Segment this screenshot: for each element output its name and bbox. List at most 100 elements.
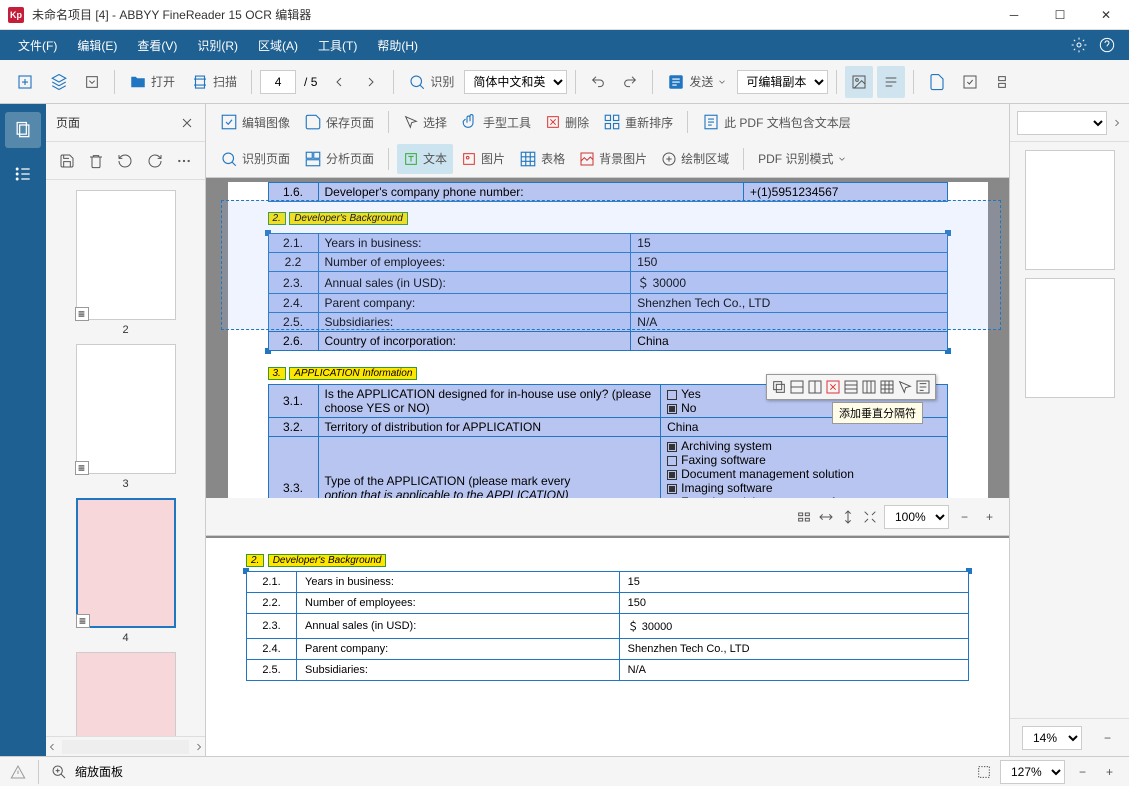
sidetab-pages[interactable] [5, 112, 41, 148]
fit-width-icon[interactable] [818, 509, 834, 525]
more-button[interactable] [988, 66, 1016, 98]
table-area-button[interactable]: 表格 [513, 144, 571, 174]
close-button[interactable]: ✕ [1083, 0, 1129, 30]
renumber-button[interactable]: 重新排序 [597, 107, 679, 137]
layout-select[interactable]: 可编辑副本 [737, 70, 828, 94]
selection-region[interactable] [221, 200, 1001, 330]
del-split-icon[interactable] [825, 379, 841, 395]
right-dropdown[interactable] [1017, 111, 1107, 135]
fit-height-icon[interactable] [840, 509, 856, 525]
rotate-right-icon[interactable] [147, 153, 163, 169]
status-zoom-out[interactable]: − [1073, 756, 1092, 788]
send-button[interactable]: 发送 [661, 66, 733, 98]
zoom-out-button[interactable]: − [955, 501, 974, 533]
recognize-button[interactable]: 识别 [402, 66, 460, 98]
menu-file[interactable]: 文件(F) [8, 30, 67, 60]
gear-icon[interactable] [1071, 37, 1087, 53]
split-v-icon[interactable] [807, 379, 823, 395]
right-zoom-out[interactable]: − [1098, 722, 1117, 754]
open-label: 打开 [151, 73, 175, 90]
pointer-icon[interactable] [897, 379, 913, 395]
draw-area-button[interactable]: 绘制区域 [655, 144, 735, 174]
right-zoom-select[interactable]: 14% [1022, 726, 1082, 750]
new-button[interactable] [10, 66, 40, 98]
redo-button[interactable] [616, 66, 644, 98]
sidetab-list[interactable] [5, 156, 41, 192]
props-icon[interactable] [915, 379, 931, 395]
prev-page-button[interactable] [325, 66, 353, 98]
more-icon[interactable] [176, 153, 192, 169]
menu-area[interactable]: 区域(A) [248, 30, 308, 60]
zoom-icon[interactable] [51, 764, 67, 780]
edit-image-button[interactable]: 编辑图像 [214, 107, 296, 137]
analyze-page-button[interactable]: 分析页面 [298, 144, 380, 174]
text-area-button[interactable]: 文本 [397, 144, 453, 174]
grid-icon[interactable] [879, 379, 895, 395]
right-panel: 14% − [1009, 104, 1129, 756]
status-zoom-select[interactable]: 127% [1000, 760, 1065, 784]
next-page-button[interactable] [357, 66, 385, 98]
status-zoom-in[interactable]: + [1100, 756, 1119, 788]
zoom-select[interactable]: 100% [884, 505, 949, 529]
split-h-icon[interactable] [789, 379, 805, 395]
language-select[interactable]: 简体中文和英 [464, 70, 567, 94]
editor-canvas[interactable]: 添加垂直分隔符 1.6.Developer's company phone nu… [206, 178, 1009, 498]
menu-view[interactable]: 查看(V) [127, 30, 187, 60]
undo-button[interactable] [584, 66, 612, 98]
help-icon[interactable] [1099, 37, 1115, 53]
maximize-button[interactable]: ☐ [1037, 0, 1083, 30]
scan-button[interactable]: 扫描 [185, 66, 243, 98]
zoom-in-button[interactable]: + [980, 501, 999, 533]
bg-image-button[interactable]: 背景图片 [573, 144, 653, 174]
table-floating-toolbar [766, 374, 936, 400]
hand-button[interactable]: 手型工具 [455, 107, 537, 137]
delete-area-button[interactable]: 删除 [539, 107, 595, 137]
close-pages-icon[interactable] [179, 115, 195, 131]
view-image-button[interactable] [845, 66, 873, 98]
pages-panel: 页面 ≡2 ≡3 ≡4 ≡5 [46, 104, 206, 756]
recog-mode-button[interactable]: PDF 识别模式 [752, 144, 853, 174]
rotate-left-icon[interactable] [117, 153, 133, 169]
menu-help[interactable]: 帮助(H) [367, 30, 428, 60]
export-button[interactable] [922, 66, 952, 98]
menu-edit[interactable]: 编辑(E) [67, 30, 127, 60]
right-thumb-2[interactable] [1025, 278, 1115, 398]
delete-icon[interactable] [88, 153, 104, 169]
bottom-table[interactable]: 2.1.Years in business:15 2.2.Number of e… [246, 571, 969, 681]
menu-tool[interactable]: 工具(T) [308, 30, 367, 60]
add-layer-button[interactable] [44, 66, 74, 98]
dropdown-button[interactable] [78, 66, 106, 98]
thumb-page-4[interactable]: ≡4 [72, 498, 180, 644]
save-icon[interactable] [59, 153, 75, 169]
grid-toggle-icon[interactable] [976, 764, 992, 780]
thumb-page-2[interactable]: ≡2 [72, 190, 180, 336]
side-tab-bar [0, 104, 46, 756]
open-button[interactable]: 打开 [123, 66, 181, 98]
right-thumb-1[interactable] [1025, 150, 1115, 270]
page-input[interactable] [260, 70, 296, 94]
fit-page-icon[interactable] [862, 509, 878, 525]
copy-icon[interactable] [771, 379, 787, 395]
recognize-page-button[interactable]: 识别页面 [214, 144, 296, 174]
minimize-button[interactable]: ─ [991, 0, 1037, 30]
thumb-page-5[interactable]: ≡5 [72, 652, 180, 736]
select-button[interactable]: 选择 [397, 107, 453, 137]
bottom-canvas[interactable]: 2. Developer's Background 2.1.Years in b… [206, 538, 1009, 756]
expand-icon[interactable] [1111, 115, 1123, 131]
status-bar: 缩放面板 127% − + [0, 756, 1129, 786]
zoom-panel-label[interactable]: 缩放面板 [75, 763, 123, 780]
editor-column: 编辑图像 保存页面 选择 手型工具 删除 重新排序 此 PDF 文档包含文本层 … [206, 104, 1009, 756]
menu-recognize[interactable]: 识别(R) [187, 30, 248, 60]
title-bar: Kp 未命名项目 [4] - ABBYY FineReader 15 OCR 编… [0, 0, 1129, 30]
merge2-icon[interactable] [861, 379, 877, 395]
send-label: 发送 [689, 73, 713, 90]
warning-icon[interactable] [10, 764, 26, 780]
check-button[interactable] [956, 66, 984, 98]
thumb-page-3[interactable]: ≡3 [72, 344, 180, 490]
pages-label: 页面 [56, 114, 179, 131]
fit-icon[interactable] [796, 509, 812, 525]
save-page-button[interactable]: 保存页面 [298, 107, 380, 137]
image-area-button[interactable]: 图片 [455, 144, 511, 174]
view-text-button[interactable] [877, 66, 905, 98]
merge-icon[interactable] [843, 379, 859, 395]
